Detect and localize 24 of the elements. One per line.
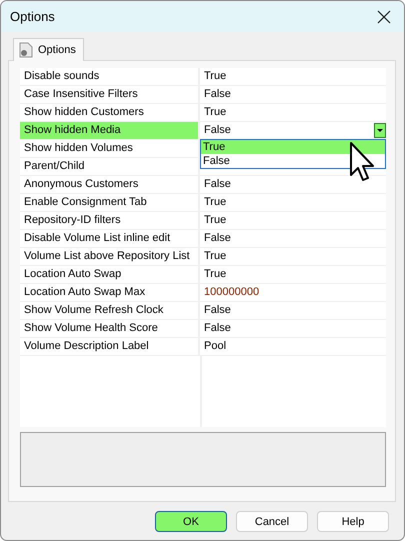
dropdown-option[interactable]: True bbox=[201, 140, 385, 154]
tab[interactable]: Options bbox=[13, 38, 84, 61]
close-icon bbox=[377, 10, 391, 24]
property-value[interactable]: True bbox=[200, 104, 226, 121]
dialog-button[interactable]: Help bbox=[317, 511, 389, 532]
property-value[interactable]: False bbox=[200, 230, 231, 247]
property-value[interactable]: False bbox=[200, 122, 231, 139]
property-value[interactable]: True bbox=[200, 68, 226, 85]
property-value[interactable]: True bbox=[200, 194, 226, 211]
dialog-button[interactable]: Cancel bbox=[236, 511, 308, 532]
property-value[interactable]: True bbox=[200, 212, 226, 229]
property-value[interactable]: Pool bbox=[200, 338, 226, 355]
property-name[interactable]: Show hidden Media bbox=[20, 122, 200, 139]
property-value[interactable]: 100000000 bbox=[200, 284, 260, 301]
property-value[interactable]: False bbox=[200, 176, 231, 193]
property-value[interactable]: False bbox=[200, 86, 231, 103]
window-title: Options bbox=[10, 9, 55, 24]
property-value[interactable]: False bbox=[200, 302, 231, 319]
dialog-button[interactable]: OK bbox=[155, 511, 227, 532]
property-value[interactable]: False bbox=[200, 320, 231, 337]
caret-icon bbox=[377, 128, 383, 132]
property-value[interactable]: True bbox=[200, 266, 226, 283]
property-value[interactable]: True bbox=[200, 248, 226, 265]
dropdown-button[interactable] bbox=[374, 123, 386, 138]
